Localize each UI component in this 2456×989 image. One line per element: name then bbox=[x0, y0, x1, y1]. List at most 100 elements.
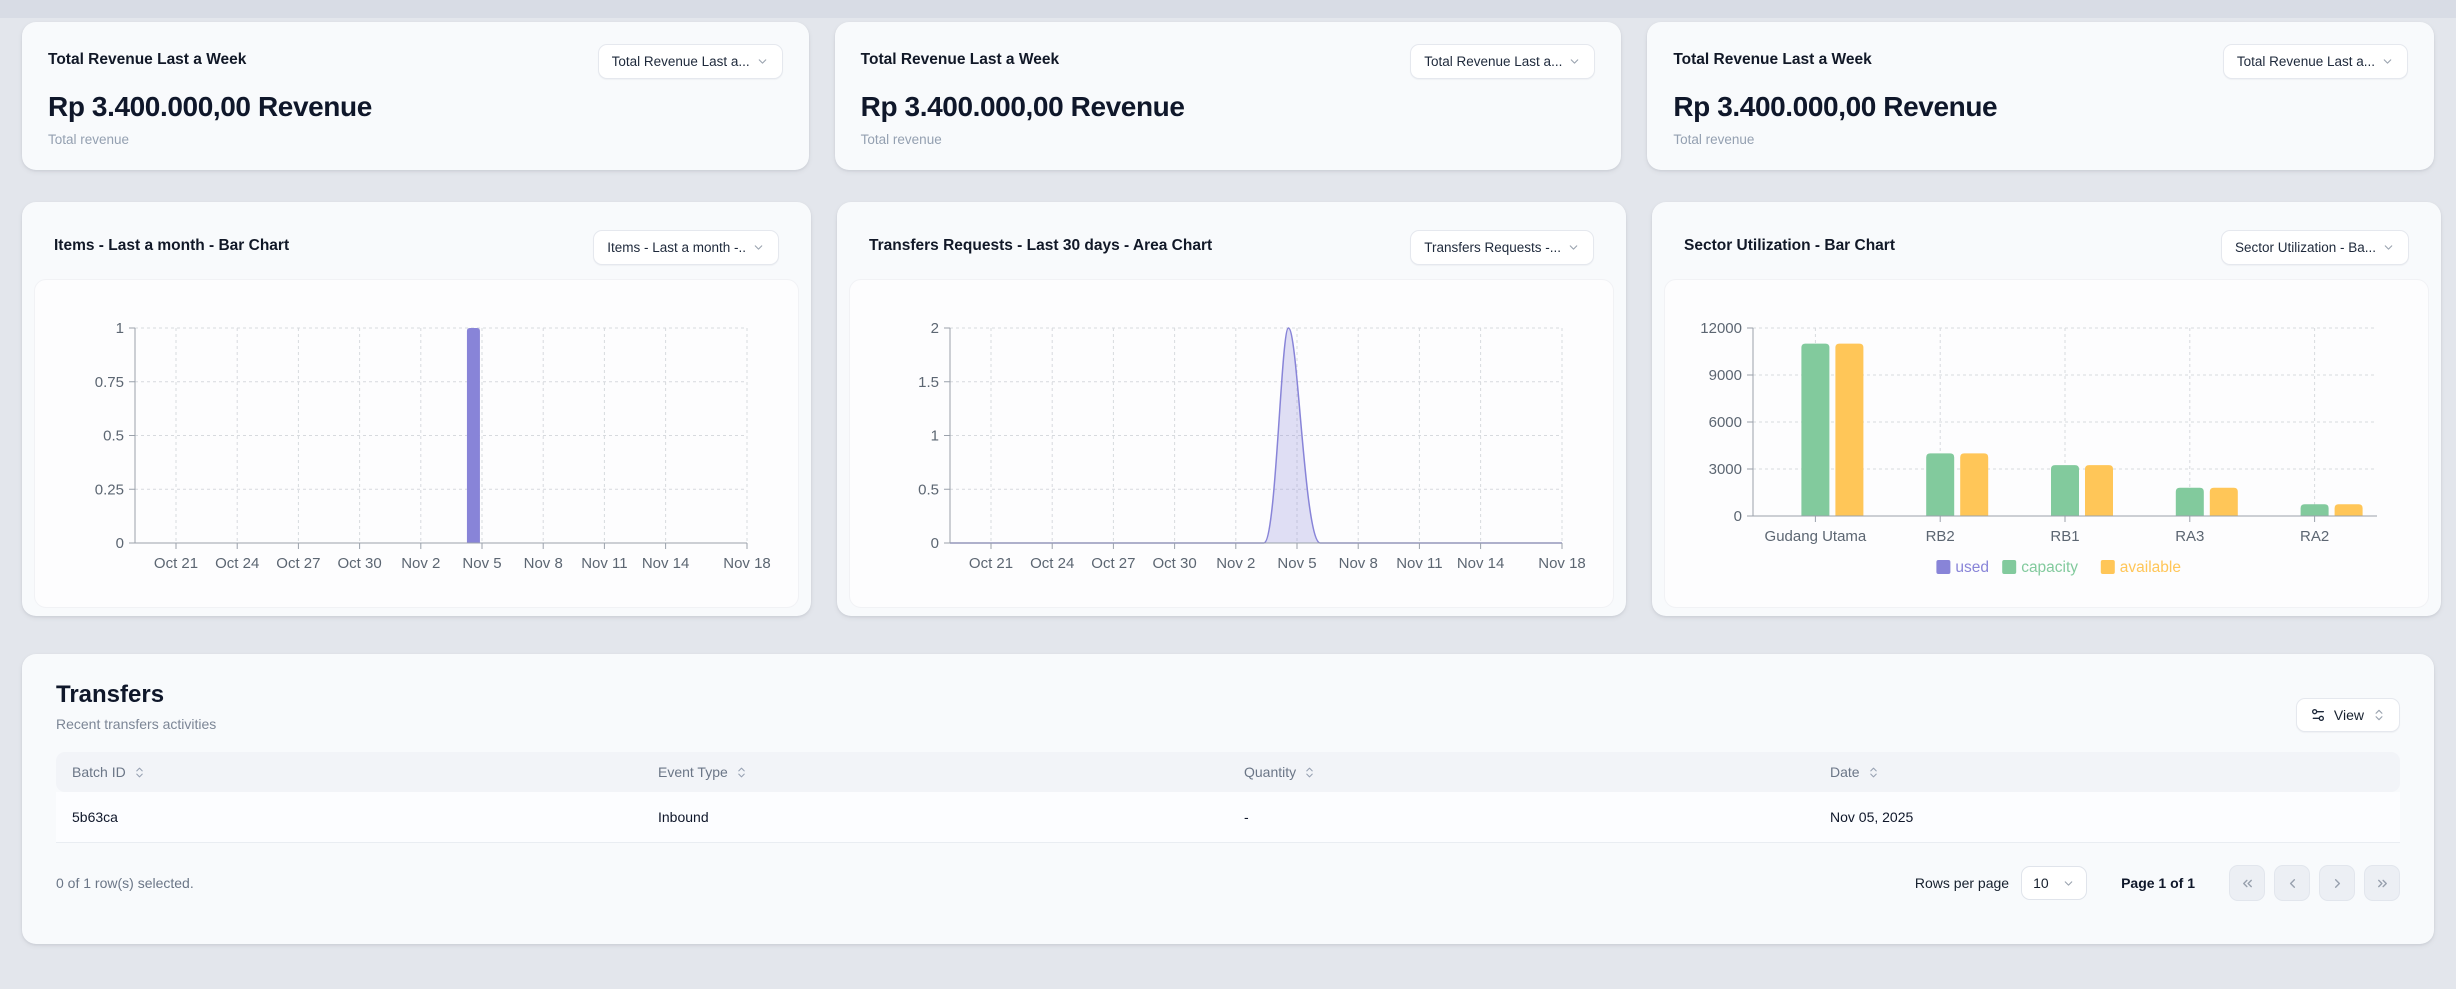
pager-buttons bbox=[2229, 865, 2400, 901]
revenue-range-select-value: Total Revenue Last a... bbox=[1424, 54, 1562, 69]
chevron-down-icon bbox=[2062, 877, 2075, 890]
revenue-range-select[interactable]: Total Revenue Last a... bbox=[598, 44, 783, 79]
previous-page-button[interactable] bbox=[2274, 865, 2310, 901]
table-footer: 0 of 1 row(s) selected. Rows per page 10… bbox=[56, 865, 2400, 901]
revenue-range-select[interactable]: Total Revenue Last a... bbox=[2223, 44, 2408, 79]
svg-text:Nov 8: Nov 8 bbox=[1339, 555, 1378, 572]
column-header-batch-id[interactable]: Batch ID bbox=[56, 752, 642, 792]
column-label: Quantity bbox=[1244, 764, 1296, 780]
svg-text:available: available bbox=[2120, 559, 2181, 576]
card-header: Total Revenue Last a Week Total Revenue … bbox=[861, 50, 1596, 79]
svg-text:Nov 2: Nov 2 bbox=[401, 555, 440, 572]
revenue-card-title: Total Revenue Last a Week bbox=[1673, 50, 1871, 70]
chevron-down-icon bbox=[1567, 241, 1580, 254]
sort-icon bbox=[133, 766, 146, 779]
revenue-amount: Rp 3.400.000,00 Revenue bbox=[1673, 91, 2408, 123]
chevrons-left-icon bbox=[2240, 876, 2255, 891]
svg-text:RB1: RB1 bbox=[2050, 528, 2079, 545]
svg-text:1: 1 bbox=[931, 428, 939, 445]
sort-icon bbox=[1867, 766, 1880, 779]
revenue-card-1: Total Revenue Last a Week Total Revenue … bbox=[22, 22, 809, 170]
column-header-event-type[interactable]: Event Type bbox=[642, 752, 1228, 792]
cell-batch-id: 5b63ca bbox=[56, 792, 642, 842]
sector-utilization-chart-card: Sector Utilization - Bar Chart Sector Ut… bbox=[1652, 202, 2441, 616]
svg-text:Nov 5: Nov 5 bbox=[1277, 555, 1316, 572]
revenue-range-select[interactable]: Total Revenue Last a... bbox=[1410, 44, 1595, 79]
rows-per-page-select[interactable]: 10 bbox=[2021, 866, 2087, 900]
chart-header: Transfers Requests - Last 30 days - Area… bbox=[849, 214, 1614, 279]
sort-icon bbox=[735, 766, 748, 779]
chevron-down-icon bbox=[756, 55, 769, 68]
column-label: Batch ID bbox=[72, 764, 126, 780]
next-page-button[interactable] bbox=[2319, 865, 2355, 901]
svg-text:RA2: RA2 bbox=[2300, 528, 2329, 545]
chart-select-value: Sector Utilization - Ba... bbox=[2235, 240, 2376, 255]
svg-text:Gudang Utama: Gudang Utama bbox=[1765, 528, 1867, 545]
revenue-amount: Rp 3.400.000,00 Revenue bbox=[861, 91, 1596, 123]
column-header-quantity[interactable]: Quantity bbox=[1228, 752, 1814, 792]
chart-title: Sector Utilization - Bar Chart bbox=[1684, 236, 1895, 256]
pagination-controls: Rows per page 10 Page 1 of 1 bbox=[1915, 865, 2400, 901]
svg-text:0.5: 0.5 bbox=[103, 428, 124, 445]
transfers-table-card: Transfers Recent transfers activities Vi… bbox=[22, 654, 2434, 944]
table-title-block: Transfers Recent transfers activities bbox=[56, 680, 216, 732]
revenue-card-title: Total Revenue Last a Week bbox=[48, 50, 246, 70]
table-row[interactable]: 5b63ca Inbound - Nov 05, 2025 bbox=[56, 792, 2400, 843]
svg-text:Nov 18: Nov 18 bbox=[723, 555, 771, 572]
revenue-range-select-value: Total Revenue Last a... bbox=[2237, 54, 2375, 69]
revenue-subtitle: Total revenue bbox=[861, 132, 1596, 148]
page-indicator: Page 1 of 1 bbox=[2121, 875, 2195, 891]
chart-select-value: Items - Last a month -.. bbox=[607, 240, 746, 255]
chart-select[interactable]: Sector Utilization - Ba... bbox=[2221, 230, 2409, 265]
dashboard-page: Total Revenue Last a Week Total Revenue … bbox=[0, 0, 2456, 966]
svg-text:Oct 30: Oct 30 bbox=[338, 555, 382, 572]
rows-per-page-label: Rows per page bbox=[1915, 875, 2009, 891]
view-button[interactable]: View bbox=[2296, 698, 2400, 732]
svg-text:0.75: 0.75 bbox=[95, 374, 124, 391]
svg-text:0: 0 bbox=[116, 535, 124, 552]
svg-text:Nov 5: Nov 5 bbox=[462, 555, 501, 572]
chart-title: Transfers Requests - Last 30 days - Area… bbox=[869, 236, 1212, 256]
svg-text:12000: 12000 bbox=[1700, 320, 1742, 337]
chevrons-right-icon bbox=[2375, 876, 2390, 891]
svg-text:Oct 24: Oct 24 bbox=[215, 555, 259, 572]
chart-header: Items - Last a month - Bar Chart Items -… bbox=[34, 214, 799, 279]
svg-text:Nov 14: Nov 14 bbox=[1457, 555, 1505, 572]
svg-text:0: 0 bbox=[1734, 508, 1742, 525]
chevron-left-icon bbox=[2285, 876, 2300, 891]
svg-text:3000: 3000 bbox=[1709, 461, 1742, 478]
svg-text:0.5: 0.5 bbox=[918, 481, 939, 498]
column-header-date[interactable]: Date bbox=[1814, 752, 2400, 792]
revenue-range-select-value: Total Revenue Last a... bbox=[612, 54, 750, 69]
chart-select-value: Transfers Requests -... bbox=[1424, 240, 1561, 255]
revenue-card-2: Total Revenue Last a Week Total Revenue … bbox=[835, 22, 1622, 170]
revenue-cards-row: Total Revenue Last a Week Total Revenue … bbox=[22, 22, 2434, 170]
revenue-subtitle: Total revenue bbox=[48, 132, 783, 148]
chart-select[interactable]: Transfers Requests -... bbox=[1410, 230, 1594, 265]
chevrons-up-down-icon bbox=[2372, 708, 2386, 722]
svg-text:2: 2 bbox=[931, 320, 939, 337]
svg-text:0: 0 bbox=[931, 535, 939, 552]
svg-text:Nov 14: Nov 14 bbox=[642, 555, 690, 572]
svg-text:Oct 24: Oct 24 bbox=[1030, 555, 1074, 572]
card-header: Total Revenue Last a Week Total Revenue … bbox=[48, 50, 783, 79]
rows-per-page: Rows per page 10 bbox=[1915, 866, 2087, 900]
svg-text:Nov 8: Nov 8 bbox=[524, 555, 563, 572]
chart-header: Sector Utilization - Bar Chart Sector Ut… bbox=[1664, 214, 2429, 279]
items-bar-chart: 00.250.50.751Oct 21Oct 24Oct 27Oct 30Nov… bbox=[35, 280, 798, 607]
svg-text:Nov 11: Nov 11 bbox=[581, 555, 627, 572]
svg-text:9000: 9000 bbox=[1709, 367, 1742, 384]
svg-text:Oct 27: Oct 27 bbox=[276, 555, 320, 572]
svg-text:Nov 2: Nov 2 bbox=[1216, 555, 1255, 572]
svg-text:1: 1 bbox=[116, 320, 124, 337]
card-header: Total Revenue Last a Week Total Revenue … bbox=[1673, 50, 2408, 79]
chevron-down-icon bbox=[1568, 55, 1581, 68]
transfers-area-chart-card: Transfers Requests - Last 30 days - Area… bbox=[837, 202, 1626, 616]
last-page-button[interactable] bbox=[2364, 865, 2400, 901]
chart-panel: 030006000900012000Gudang UtamaRB2RB1RA3R… bbox=[1664, 279, 2429, 608]
first-page-button[interactable] bbox=[2229, 865, 2265, 901]
chart-select[interactable]: Items - Last a month -.. bbox=[593, 230, 779, 265]
svg-text:RA3: RA3 bbox=[2175, 528, 2204, 545]
chevron-down-icon bbox=[2382, 241, 2395, 254]
charts-row: Items - Last a month - Bar Chart Items -… bbox=[22, 202, 2434, 616]
